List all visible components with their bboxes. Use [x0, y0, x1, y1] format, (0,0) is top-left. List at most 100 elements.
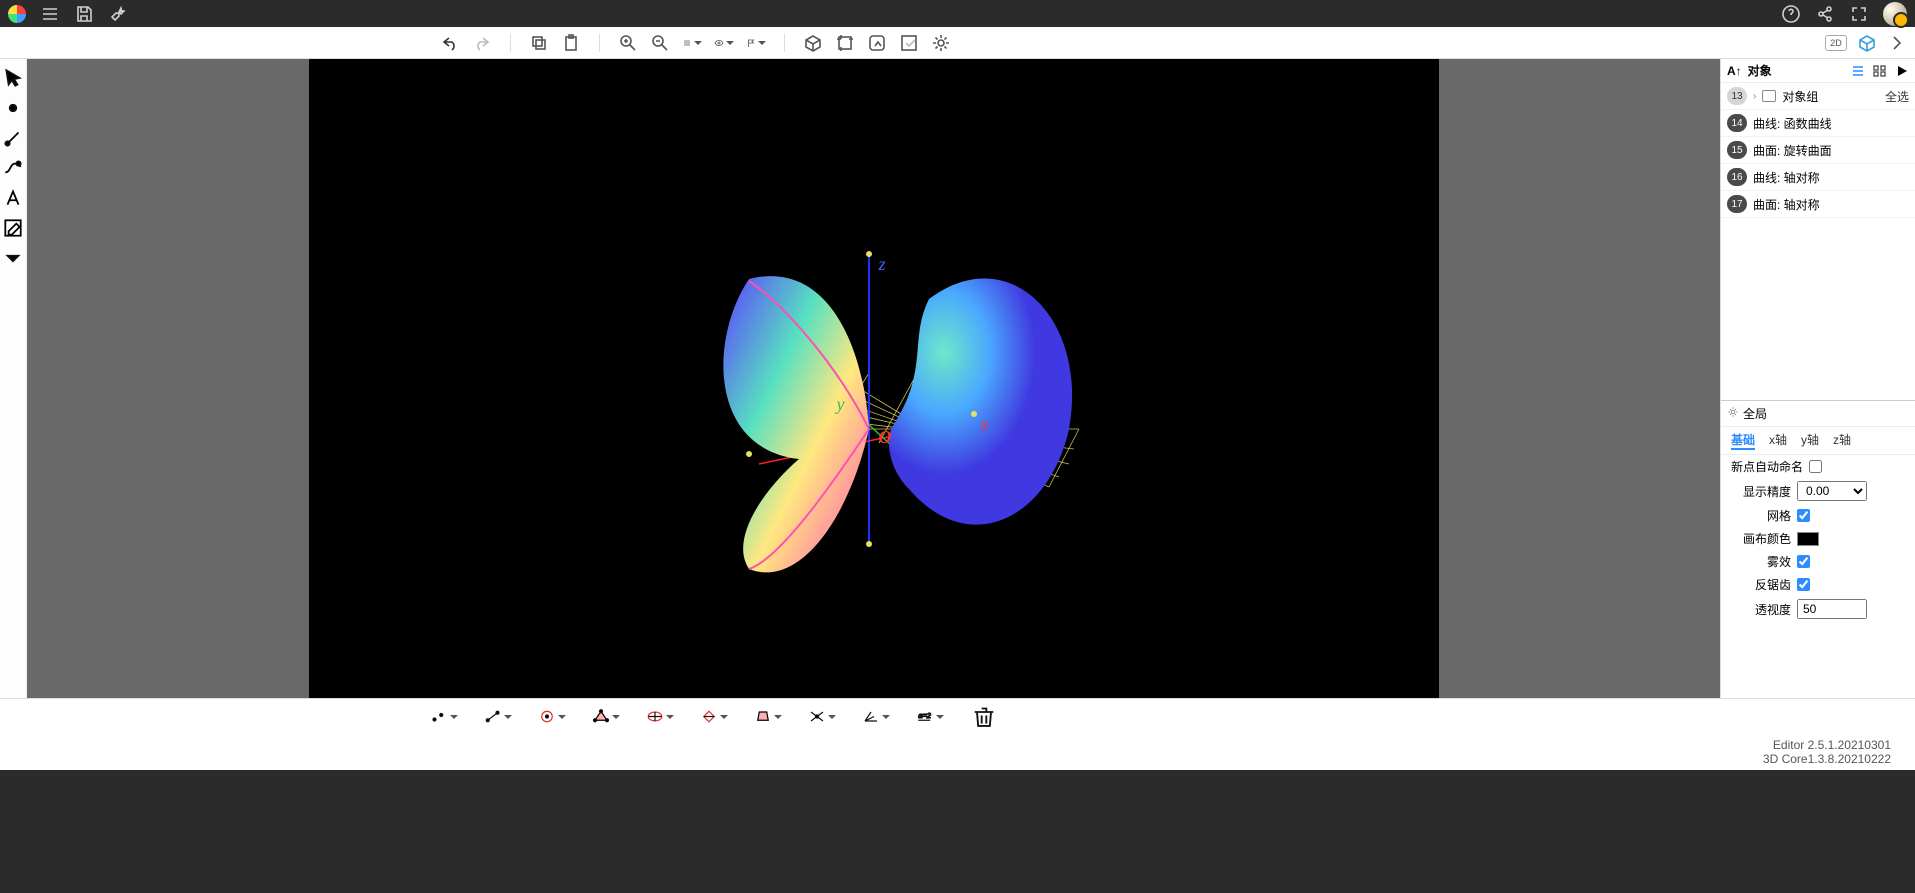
object-label: 曲面: 轴对称 [1753, 196, 1820, 213]
gear-icon[interactable] [931, 33, 951, 53]
points-tool-icon[interactable] [430, 705, 458, 729]
chevron-right-icon: › [1753, 91, 1756, 102]
perspective-label: 透视度 [1731, 601, 1791, 618]
edit-tool-icon[interactable] [2, 217, 24, 239]
surface-tool-icon[interactable] [754, 705, 782, 729]
viewport-container: z x y O [27, 59, 1720, 698]
tab-z-axis[interactable]: z轴 [1833, 431, 1851, 450]
toolbar-main: 2D [0, 27, 1915, 59]
gear-icon [1727, 406, 1739, 421]
copy-icon[interactable] [529, 33, 549, 53]
zoom-out-icon[interactable] [650, 33, 670, 53]
object-label: 对象组 [1782, 88, 1818, 105]
point-tool-icon[interactable] [2, 97, 24, 119]
fog-label: 雾效 [1731, 553, 1791, 570]
flag-dropdown-icon[interactable] [746, 33, 766, 53]
zoom-in-icon[interactable] [618, 33, 638, 53]
object-row[interactable]: 16 曲线: 轴对称 [1721, 164, 1915, 191]
select-tool-icon[interactable] [2, 67, 24, 89]
global-panel-title: 全局 [1743, 405, 1767, 422]
app-logo [8, 5, 26, 23]
version-editor: Editor 2.5.1.20210301 [24, 738, 1891, 752]
axis-origin-label: O [879, 427, 892, 448]
intersect-tool-icon[interactable] [808, 705, 836, 729]
object-row[interactable]: 17 曲面: 轴对称 [1721, 191, 1915, 218]
canvas-color-swatch[interactable] [1797, 532, 1819, 546]
object-row-group[interactable]: 13 › 对象组 全选 [1721, 83, 1915, 110]
right-panel: A↑ 对象 13 › 对象组 全选 14 曲线: 函数曲线 15 曲面 [1720, 59, 1915, 698]
chevron-right-icon[interactable] [1887, 33, 1907, 53]
segment-tool-icon[interactable] [484, 705, 512, 729]
list-dropdown-icon[interactable] [682, 33, 702, 53]
auto-name-label: 新点自动命名 [1731, 458, 1803, 475]
edit-box-icon[interactable] [899, 33, 919, 53]
select-all-link[interactable]: 全选 [1885, 88, 1909, 105]
axes-tool-icon[interactable] [862, 705, 890, 729]
objects-header-icon: A↑ [1727, 64, 1742, 78]
viewport-3d[interactable]: z x y O [309, 59, 1439, 698]
object-row[interactable]: 15 曲面: 旋转曲面 [1721, 137, 1915, 164]
fullscreen-icon[interactable] [1849, 4, 1869, 24]
curve-tool-icon[interactable] [2, 157, 24, 179]
wrench-icon[interactable] [108, 4, 128, 24]
bottom-toolbar: a=2 [0, 698, 1915, 734]
tab-y-axis[interactable]: y轴 [1801, 431, 1819, 450]
object-label: 曲面: 旋转曲面 [1753, 142, 1832, 159]
precision-select[interactable]: 0.00 [1797, 481, 1867, 501]
help-icon[interactable] [1781, 4, 1801, 24]
menu-icon[interactable] [40, 4, 60, 24]
conic-tool-icon[interactable] [646, 705, 674, 729]
polygon-tool-icon[interactable] [592, 705, 620, 729]
objects-panel-header: A↑ 对象 [1721, 59, 1915, 83]
avatar[interactable] [1883, 2, 1907, 26]
measure-tool-icon[interactable]: a=2 [916, 705, 944, 729]
grid-checkbox[interactable] [1797, 509, 1810, 522]
perspective-input[interactable] [1797, 599, 1867, 619]
play-icon[interactable] [1895, 64, 1909, 78]
svg-text:a=2: a=2 [918, 711, 932, 720]
select-area-icon[interactable] [867, 33, 887, 53]
tab-x-axis[interactable]: x轴 [1769, 431, 1787, 450]
grid-label: 网格 [1731, 507, 1791, 524]
precision-label: 显示精度 [1731, 483, 1791, 500]
view-grid-icon[interactable] [1873, 64, 1887, 78]
visibility-dropdown-icon[interactable] [714, 33, 734, 53]
line-tool-icon[interactable] [2, 127, 24, 149]
mode-2d-button[interactable]: 2D [1825, 35, 1847, 51]
auto-name-checkbox[interactable] [1809, 460, 1822, 473]
app-header [0, 0, 1915, 27]
polygon3d-tool-icon[interactable] [700, 705, 728, 729]
axis-y-label: y [837, 394, 845, 415]
mode-3d-icon[interactable] [1857, 33, 1877, 53]
delete-icon[interactable] [970, 705, 998, 729]
tab-basic[interactable]: 基础 [1731, 431, 1755, 450]
share-icon[interactable] [1815, 4, 1835, 24]
version-core: 3D Core1.3.8.20210222 [24, 752, 1891, 766]
footer: Editor 2.5.1.20210301 3D Core1.3.8.20210… [0, 734, 1915, 770]
more-tools-icon[interactable] [2, 247, 24, 269]
circle-tool-icon[interactable] [538, 705, 566, 729]
canvas-color-label: 画布颜色 [1731, 530, 1791, 547]
axis-z-label: z [879, 254, 886, 275]
global-panel: 全局 基础 x轴 y轴 z轴 新点自动命名 显示精度 0.00 [1721, 400, 1915, 698]
view-list-icon[interactable] [1851, 64, 1865, 78]
antialias-label: 反锯齿 [1731, 576, 1791, 593]
crop-icon[interactable] [835, 33, 855, 53]
axis-x-label: x [981, 414, 989, 435]
objects-list: 13 › 对象组 全选 14 曲线: 函数曲线 15 曲面: 旋转曲面 16 曲… [1721, 83, 1915, 400]
redo-icon[interactable] [472, 33, 492, 53]
folder-icon [1762, 90, 1776, 102]
text-tool-icon[interactable] [2, 187, 24, 209]
object-label: 曲线: 函数曲线 [1753, 115, 1832, 132]
undo-icon[interactable] [440, 33, 460, 53]
object-row[interactable]: 14 曲线: 函数曲线 [1721, 110, 1915, 137]
left-tool-strip [0, 59, 27, 698]
fog-checkbox[interactable] [1797, 555, 1810, 568]
save-icon[interactable] [74, 4, 94, 24]
object-label: 曲线: 轴对称 [1753, 169, 1820, 186]
objects-panel-title: 对象 [1748, 62, 1772, 79]
global-tabs: 基础 x轴 y轴 z轴 [1721, 427, 1915, 455]
antialias-checkbox[interactable] [1797, 578, 1810, 591]
cube-icon[interactable] [803, 33, 823, 53]
paste-icon[interactable] [561, 33, 581, 53]
